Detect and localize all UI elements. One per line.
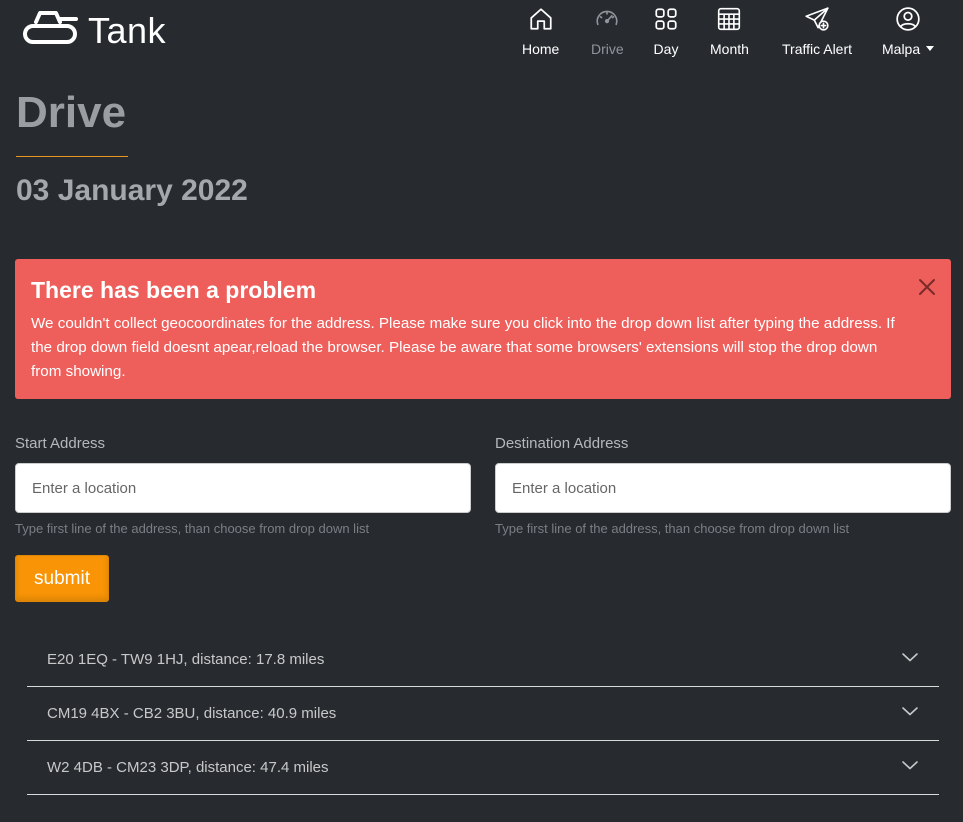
- submit-button[interactable]: submit: [15, 555, 109, 602]
- route-item[interactable]: W2 4DB - CM23 3DP, distance: 47.4 miles: [27, 741, 939, 795]
- title-underline: [16, 156, 128, 157]
- destination-address-help: Type first line of the address, than cho…: [495, 521, 850, 536]
- user-circle-icon: [895, 6, 921, 41]
- route-item-label: CM19 4BX - CB2 3BU, distance: 40.9 miles: [47, 705, 337, 722]
- nav-drive-label: Drive: [591, 41, 624, 57]
- close-icon[interactable]: [917, 277, 937, 297]
- nav-drive[interactable]: Drive: [591, 6, 624, 57]
- send-plus-icon: [804, 6, 830, 41]
- home-icon: [528, 6, 554, 41]
- speedometer-icon: [594, 6, 620, 41]
- nav-day-label: Day: [653, 41, 679, 57]
- route-item-label: E20 1EQ - TW9 1HJ, distance: 17.8 miles: [47, 651, 325, 668]
- error-alert: There has been a problem We couldn't col…: [15, 259, 951, 399]
- page-title: Drive: [16, 88, 127, 137]
- destination-address-label: Destination Address: [495, 435, 629, 452]
- nav-user-label: Malpa: [882, 41, 921, 57]
- route-item[interactable]: E20 1EQ - TW9 1HJ, distance: 17.8 miles: [27, 633, 939, 687]
- brand[interactable]: Tank: [22, 8, 166, 53]
- nav-day[interactable]: Day: [653, 6, 679, 57]
- navbar: Tank Home Drive Day Month Traffic Alert …: [0, 0, 963, 62]
- tank-icon: [22, 8, 80, 53]
- destination-address-input[interactable]: [495, 463, 951, 513]
- nav-month[interactable]: Month: [710, 6, 749, 57]
- calendar-icon: [716, 6, 742, 41]
- nav-home-label: Home: [522, 41, 560, 57]
- nav-month-label: Month: [710, 41, 749, 57]
- nav-home[interactable]: Home: [522, 6, 559, 57]
- nav-traffic-alert[interactable]: Traffic Alert: [782, 6, 852, 57]
- nav-user-menu[interactable]: Malpa: [882, 6, 935, 57]
- grid-icon: [653, 6, 679, 41]
- alert-message: We couldn't collect geocoordinates for t…: [31, 315, 895, 380]
- chevron-down-icon: [901, 702, 919, 725]
- nav-user-row: Malpa: [882, 41, 935, 57]
- nav-traffic-alert-label: Traffic Alert: [782, 41, 853, 57]
- start-address-label: Start Address: [15, 435, 106, 452]
- start-address-input[interactable]: [15, 463, 471, 513]
- brand-name: Tank: [88, 9, 167, 51]
- chevron-down-icon: [901, 648, 919, 671]
- start-address-help: Type first line of the address, than cho…: [15, 521, 370, 536]
- route-item[interactable]: CM19 4BX - CB2 3BU, distance: 40.9 miles: [27, 687, 939, 741]
- page-date: 03 January 2022: [16, 174, 248, 207]
- caret-down-icon: [926, 45, 935, 51]
- route-item-label: W2 4DB - CM23 3DP, distance: 47.4 miles: [47, 759, 329, 776]
- routes-accordion: E20 1EQ - TW9 1HJ, distance: 17.8 miles …: [27, 633, 939, 795]
- alert-title: There has been a problem: [31, 277, 317, 303]
- chevron-down-icon: [901, 756, 919, 779]
